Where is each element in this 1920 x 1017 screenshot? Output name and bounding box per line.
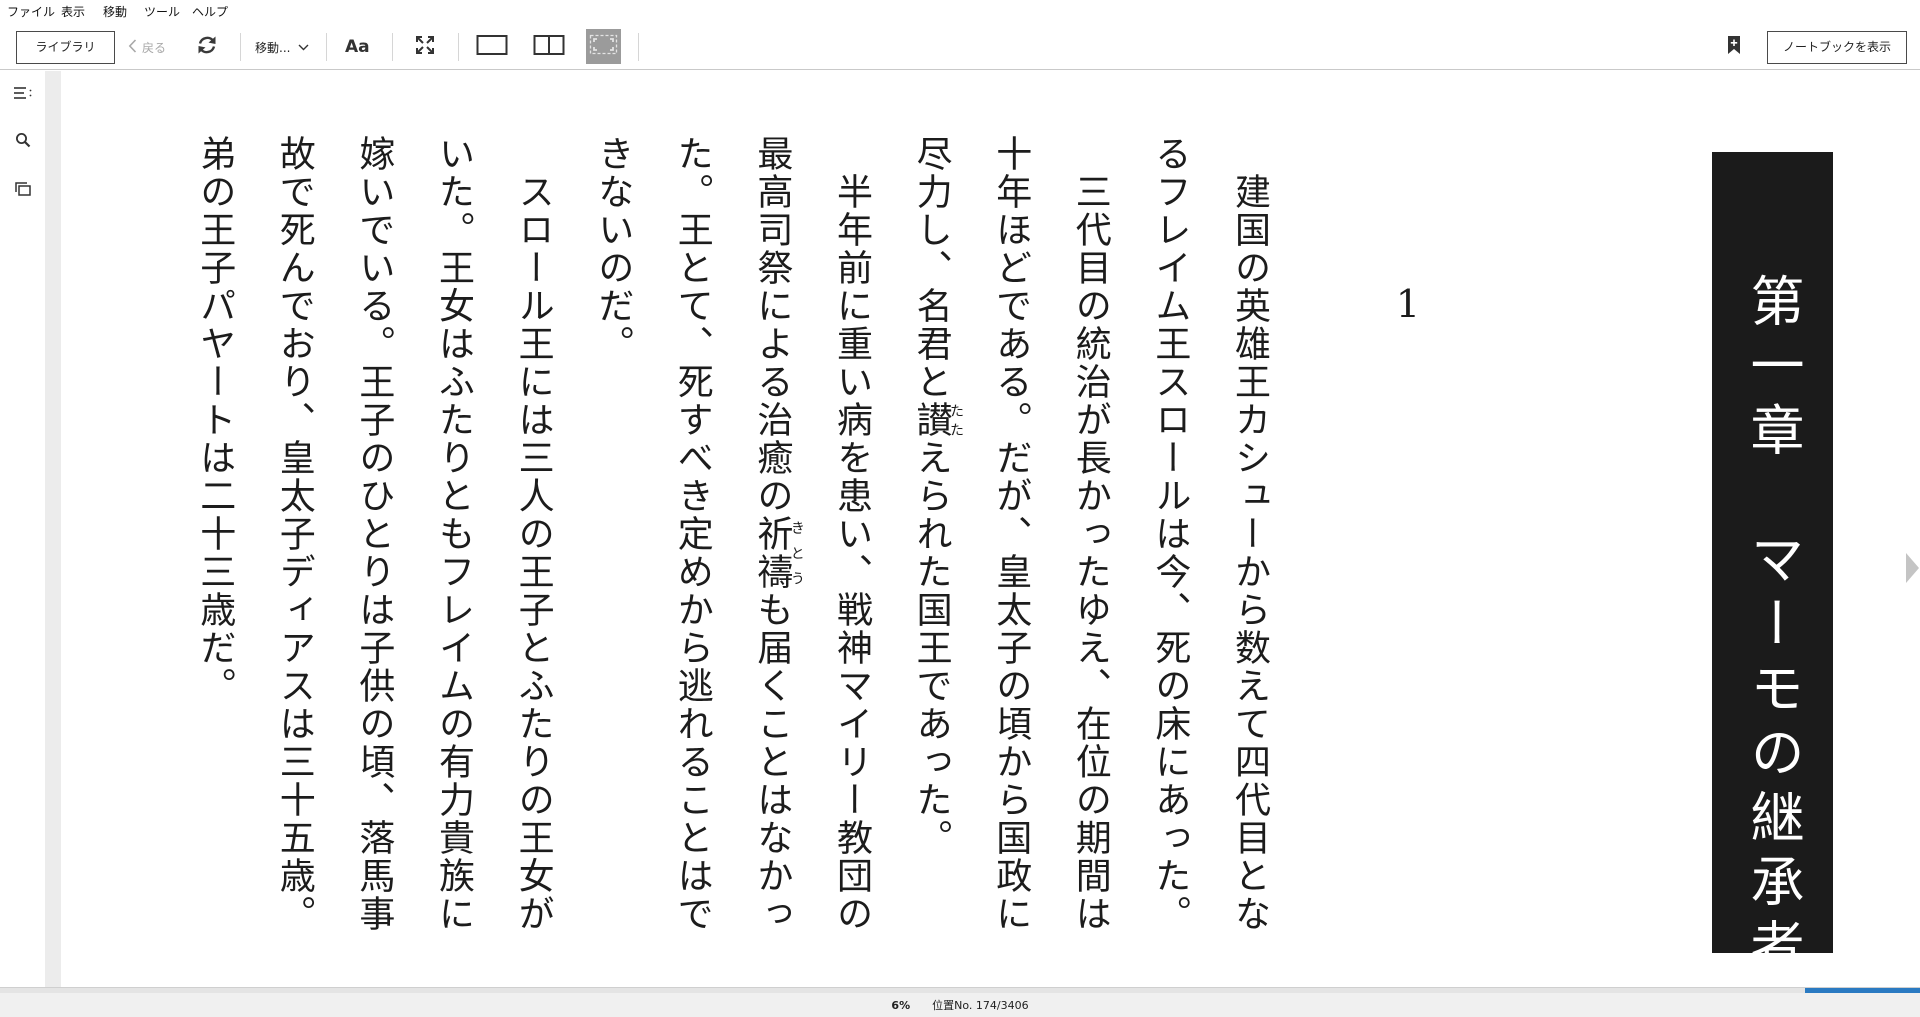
- text-column: スロール王には三人の王子とふたりの王女が: [493, 135, 573, 975]
- ruby-annotation: たた: [948, 401, 965, 439]
- back-label: 戻る: [142, 40, 167, 55]
- text-column: 最高司祭による治癒の祈禱きとうも届くことはなかっ: [731, 135, 811, 975]
- chapter-title: 第一章 マーモの継承者: [1741, 273, 1804, 953]
- text-column: 建国の英雄王カシューから数えて四代目とな: [1209, 135, 1289, 975]
- ruby-word: 祈禱きとう: [751, 515, 805, 591]
- text-run: 最高司祭による治癒の: [751, 135, 793, 515]
- fullscreen-icon: [415, 35, 435, 59]
- toolbar-separator: [638, 33, 639, 61]
- text-column: るフレイム王スロールは今、死の床にあった。: [1129, 135, 1209, 975]
- text-run: 半年前に重い病を患い、戦神マイリー教団の: [831, 135, 872, 933]
- single-page-icon: [476, 34, 508, 60]
- goto-label: 移動...: [255, 40, 291, 55]
- toolbar-separator: [326, 33, 327, 61]
- search-button[interactable]: [11, 130, 35, 154]
- add-bookmark-button[interactable]: [1727, 35, 1741, 59]
- menu-help[interactable]: ヘルプ: [192, 4, 228, 20]
- text-run: 故で死んでおり、皇太子ディアスは三十五歳。: [273, 135, 315, 933]
- flashcards-icon: [15, 181, 31, 200]
- text-run: 三代目の統治が長かったゆえ、在位の期間は: [1069, 135, 1111, 933]
- menu-bar: ファイル 表示 移動 ツール ヘルプ: [0, 0, 1920, 24]
- font-settings-button[interactable]: Aa: [345, 35, 370, 59]
- text-column: 十年ほどである。だが、皇太子の頃から国政に: [970, 135, 1050, 975]
- chapter-title-banner: 第一章 マーモの継承者: [1712, 152, 1833, 953]
- progress-percent: 6%: [891, 998, 911, 1012]
- text-run: るフレイム王スロールは今、死の床にあった。: [1149, 135, 1191, 933]
- text-column: 故で死んでおり、皇太子ディアスは三十五歳。: [254, 135, 334, 975]
- text-run: えられた国王であった。: [910, 439, 952, 857]
- chevron-left-icon: [128, 38, 137, 56]
- status-bar: 6% 位置No. 174/3406: [0, 993, 1920, 1017]
- fit-page-button[interactable]: [586, 29, 621, 64]
- fit-page-icon: [586, 27, 621, 66]
- text-column: 半年前に重い病を患い、戦神マイリー教団の: [811, 135, 891, 975]
- goto-dropdown[interactable]: 移動...: [255, 36, 309, 58]
- section-number: 1: [1395, 282, 1421, 326]
- flashcards-button[interactable]: [11, 178, 35, 202]
- two-page-button[interactable]: [533, 34, 565, 60]
- left-sidebar: [0, 71, 45, 987]
- sidebar-divider: [45, 71, 61, 987]
- next-page-arrow-icon[interactable]: [1906, 553, 1919, 583]
- text-run: 弟の王子パヤートは二十三歳だ。: [194, 135, 236, 705]
- toolbar-separator: [458, 33, 459, 61]
- text-run: スロール王には三人の王子とふたりの王女が: [512, 135, 554, 933]
- show-notebook-button[interactable]: ノートブックを表示: [1767, 31, 1907, 64]
- ruby-base: 讃: [910, 401, 952, 439]
- table-of-contents-button[interactable]: [11, 82, 35, 106]
- text-column: 嫁いでいる。王子のひとりは子供の頃、落馬事: [333, 135, 413, 975]
- text-run: 建国の英雄王カシューから数えて四代目とな: [1229, 135, 1270, 933]
- library-button[interactable]: ライブラリ: [16, 31, 115, 64]
- chevron-down-icon: [298, 40, 309, 54]
- toolbar: ライブラリ 戻る 移動... Aa ノートブックを表示: [0, 24, 1920, 70]
- text-run: 嫁いでいる。王子のひとりは子供の頃、落馬事: [353, 135, 395, 933]
- reading-page[interactable]: 第一章 マーモの継承者 1 建国の英雄王カシューから数えて四代目とな るフレイム王…: [61, 71, 1920, 987]
- bookmark-add-icon: [1727, 35, 1741, 59]
- refresh-icon: [196, 34, 218, 60]
- text-column: きないのだ。: [572, 135, 652, 975]
- text-run: も届くことはなかっ: [751, 591, 793, 933]
- sync-button[interactable]: [196, 36, 218, 58]
- ruby-word: 讃たた: [910, 401, 965, 439]
- search-icon: [15, 132, 31, 152]
- location-indicator: 位置No. 174/3406: [932, 999, 1029, 1012]
- toolbar-separator: [392, 33, 393, 61]
- text-run: 尽力し、名君と: [910, 135, 952, 401]
- table-of-contents-icon: [13, 85, 33, 104]
- menu-view[interactable]: 表示: [61, 4, 85, 20]
- two-page-icon: [533, 34, 565, 60]
- menu-file[interactable]: ファイル: [7, 4, 55, 20]
- text-run: 十年ほどである。だが、皇太子の頃から国政に: [990, 135, 1032, 933]
- text-column: た。王とて、死すべき定めから逃れることはで: [652, 135, 732, 975]
- text-column: 尽力し、名君と讃たたえられた国王であった。: [891, 135, 971, 975]
- text-column: いた。王女はふたりともフレイムの有力貴族に: [413, 135, 493, 975]
- text-run: きないのだ。: [592, 135, 634, 363]
- text-column: 弟の王子パヤートは二十三歳だ。: [174, 135, 254, 975]
- menu-tools[interactable]: ツール: [144, 4, 180, 20]
- ruby-annotation: きとう: [788, 515, 805, 591]
- single-page-button[interactable]: [476, 34, 508, 60]
- text-run: た。王とて、死すべき定めから逃れることはで: [671, 135, 713, 933]
- text-column: 三代目の統治が長かったゆえ、在位の期間は: [1050, 135, 1130, 975]
- menu-go[interactable]: 移動: [103, 4, 127, 20]
- back-button[interactable]: 戻る: [128, 36, 166, 58]
- text-run: いた。王女はふたりともフレイムの有力貴族に: [433, 135, 474, 933]
- toolbar-separator: [240, 33, 241, 61]
- fullscreen-button[interactable]: [415, 35, 435, 59]
- ruby-base: 祈禱: [751, 515, 793, 591]
